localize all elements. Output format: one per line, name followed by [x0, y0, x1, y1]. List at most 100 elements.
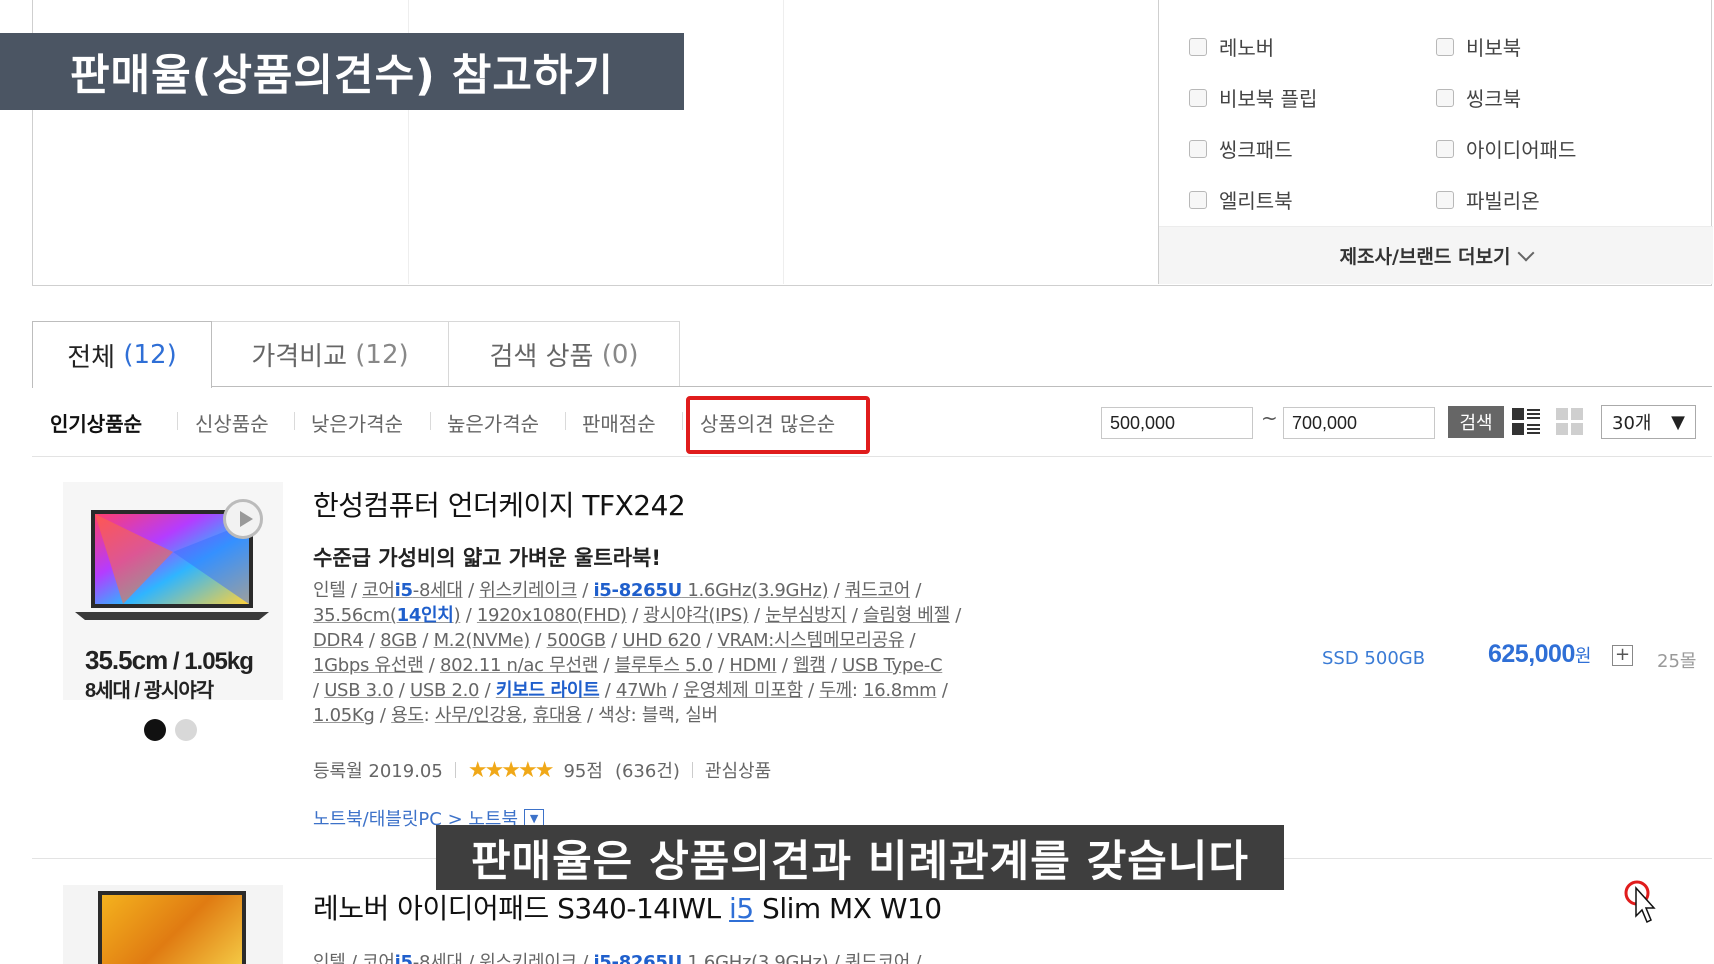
meta-separator: [454, 762, 456, 778]
sort-highest-price[interactable]: 높은가격순: [447, 408, 539, 437]
grid-view-icon[interactable]: [1556, 408, 1584, 436]
spec-link[interactable]: 위스키레이크: [479, 580, 577, 601]
tab-divider: [32, 386, 1712, 387]
spec-link[interactable]: 35.56cm(: [313, 605, 397, 626]
tab-all[interactable]: 전체 (12): [32, 321, 212, 388]
spec-text: /: [462, 952, 480, 964]
checkbox[interactable]: [1436, 88, 1454, 107]
spec-link[interactable]: 47Wh: [616, 680, 667, 701]
spec-link[interactable]: 코어: [362, 580, 395, 601]
wishlist-link[interactable]: 관심상품: [705, 757, 771, 783]
spec-link[interactable]: 광시야각(IPS): [643, 605, 748, 626]
rating-stars-icon: ★★★★★: [467, 757, 555, 783]
spec-link[interactable]: 용도: [391, 705, 424, 726]
sort-popular[interactable]: 인기상품순: [50, 408, 142, 437]
spec-link[interactable]: -8세대: [413, 580, 463, 601]
list-view-icon[interactable]: [1512, 408, 1540, 436]
price-max-input[interactable]: 700,000: [1283, 407, 1435, 439]
spec-link[interactable]: USB 3.0: [324, 680, 394, 701]
spec-link[interactable]: 14인치: [397, 605, 454, 626]
product-name-link[interactable]: i5: [729, 892, 754, 925]
spec-link[interactable]: 키보드 라이트: [496, 680, 600, 701]
spec-link[interactable]: i5-8265U: [593, 952, 682, 964]
spec-link[interactable]: 웹캠: [793, 655, 826, 676]
review-count[interactable]: (636건): [615, 757, 680, 783]
spec-link[interactable]: 1.05Kg: [313, 705, 375, 726]
image-pager-dot-active[interactable]: [144, 719, 166, 741]
brand-more-button[interactable]: 제조사/브랜드 더보기: [1159, 226, 1713, 284]
spec-link[interactable]: i5: [395, 580, 413, 601]
spec-link[interactable]: 슬림형 베젤: [863, 605, 950, 626]
brand-option[interactable]: 아이디어패드: [1436, 134, 1576, 163]
product-name[interactable]: 레노버 아이디어패드 S340-14IWL i5 Slim MX W10: [313, 887, 942, 927]
brand-option[interactable]: 레노버: [1189, 32, 1274, 61]
product-thumbnail[interactable]: [63, 885, 283, 964]
brand-option[interactable]: 엘리트북: [1189, 185, 1293, 214]
sort-newest[interactable]: 신상품순: [195, 408, 269, 437]
spec-link[interactable]: HDMI: [729, 655, 776, 676]
spec-text: /: [576, 580, 594, 601]
checkbox[interactable]: [1189, 139, 1207, 158]
checkbox[interactable]: [1436, 139, 1454, 158]
price-min-input[interactable]: 500,000: [1101, 407, 1253, 439]
spec-link[interactable]: 8GB: [380, 630, 417, 651]
spec-link[interactable]: 휴대용: [533, 705, 582, 726]
checkbox[interactable]: [1436, 37, 1454, 56]
spec-link[interactable]: 16.8mm: [863, 680, 937, 701]
play-video-icon[interactable]: [223, 499, 263, 539]
sort-bar-divider: [32, 456, 1712, 457]
checkbox[interactable]: [1189, 190, 1207, 209]
brand-more-label: 제조사/브랜드 더보기: [1339, 246, 1511, 268]
spec-link[interactable]: 두께: [819, 680, 852, 701]
spec-link[interactable]: 블루투스 5.0: [615, 655, 713, 676]
add-compare-button[interactable]: +: [1612, 645, 1633, 666]
spec-link[interactable]: 눈부심방지: [765, 605, 847, 626]
spec-link[interactable]: M.2(NVMe): [434, 630, 531, 651]
brand-option[interactable]: 비보북 플립: [1189, 83, 1317, 112]
spec-link[interactable]: USB 2.0: [410, 680, 480, 701]
checkbox[interactable]: [1189, 37, 1207, 56]
sort-most-sellers[interactable]: 판매점순: [582, 408, 656, 437]
spec-link[interactable]: 쿼드코어: [845, 952, 910, 964]
spec-link[interactable]: 위스키레이크: [479, 952, 577, 964]
spec-link[interactable]: -8세대: [413, 952, 463, 964]
product-price[interactable]: 625,000원: [1488, 640, 1591, 669]
product-name[interactable]: 한성컴퓨터 언더케이지 TFX242: [313, 484, 686, 524]
spec-link[interactable]: UHD 620: [622, 630, 701, 651]
brand-option[interactable]: 씽크북: [1436, 83, 1521, 112]
tab-price-compare[interactable]: 가격비교 (12): [211, 321, 449, 387]
spec-link[interactable]: 1920x1080(FHD): [477, 605, 627, 626]
mall-count[interactable]: 25몰: [1657, 647, 1696, 673]
spec-link[interactable]: 코어: [362, 952, 395, 964]
spec-link[interactable]: USB Type-C: [842, 655, 942, 676]
tab-search-products[interactable]: 검색 상품 (0): [448, 321, 680, 387]
checkbox[interactable]: [1436, 190, 1454, 209]
spec-link[interactable]: 사무/인강용: [435, 705, 522, 726]
price-search-button[interactable]: 검색: [1448, 406, 1504, 438]
brand-option[interactable]: 비보북: [1436, 32, 1521, 61]
highlight-box: [686, 396, 870, 454]
brand-option[interactable]: 씽크패드: [1189, 134, 1293, 163]
spec-link[interactable]: 1.6GHz(3.9GHz): [682, 580, 828, 601]
spec-link[interactable]: VRAM:시스템메모리공유: [718, 630, 905, 651]
image-pager-dot[interactable]: [175, 719, 197, 741]
spec-link[interactable]: 1Gbps 유선랜: [313, 655, 424, 676]
spec-link[interactable]: i5-8265U: [593, 580, 682, 601]
per-page-select[interactable]: 30개 ▼: [1601, 405, 1696, 439]
spec-link[interactable]: 500GB: [547, 630, 606, 651]
spec-link[interactable]: 운영체제 미포함: [683, 680, 803, 701]
spec-text: ,: [521, 705, 533, 726]
spec-link[interactable]: DDR4: [313, 630, 364, 651]
spec-link[interactable]: 1.6GHz(3.9GHz): [682, 952, 828, 964]
spec-link[interactable]: 802.11 n/ac 무선랜: [440, 655, 598, 676]
checkbox[interactable]: [1189, 88, 1207, 107]
sort-separator: [565, 412, 566, 430]
spec-link[interactable]: i5: [395, 952, 413, 964]
product-option-ssd[interactable]: SSD 500GB: [1322, 648, 1425, 669]
thumb-size: 35.5cm: [85, 645, 168, 675]
product-thumbnail[interactable]: 35.5cm / 1.05kg 8세대 / 광시야각: [63, 482, 283, 702]
sort-lowest-price[interactable]: 낮은가격순: [311, 408, 403, 437]
brand-option[interactable]: 파빌리온: [1436, 185, 1540, 214]
sort-separator: [430, 412, 431, 430]
spec-link[interactable]: 쿼드코어: [845, 580, 910, 601]
